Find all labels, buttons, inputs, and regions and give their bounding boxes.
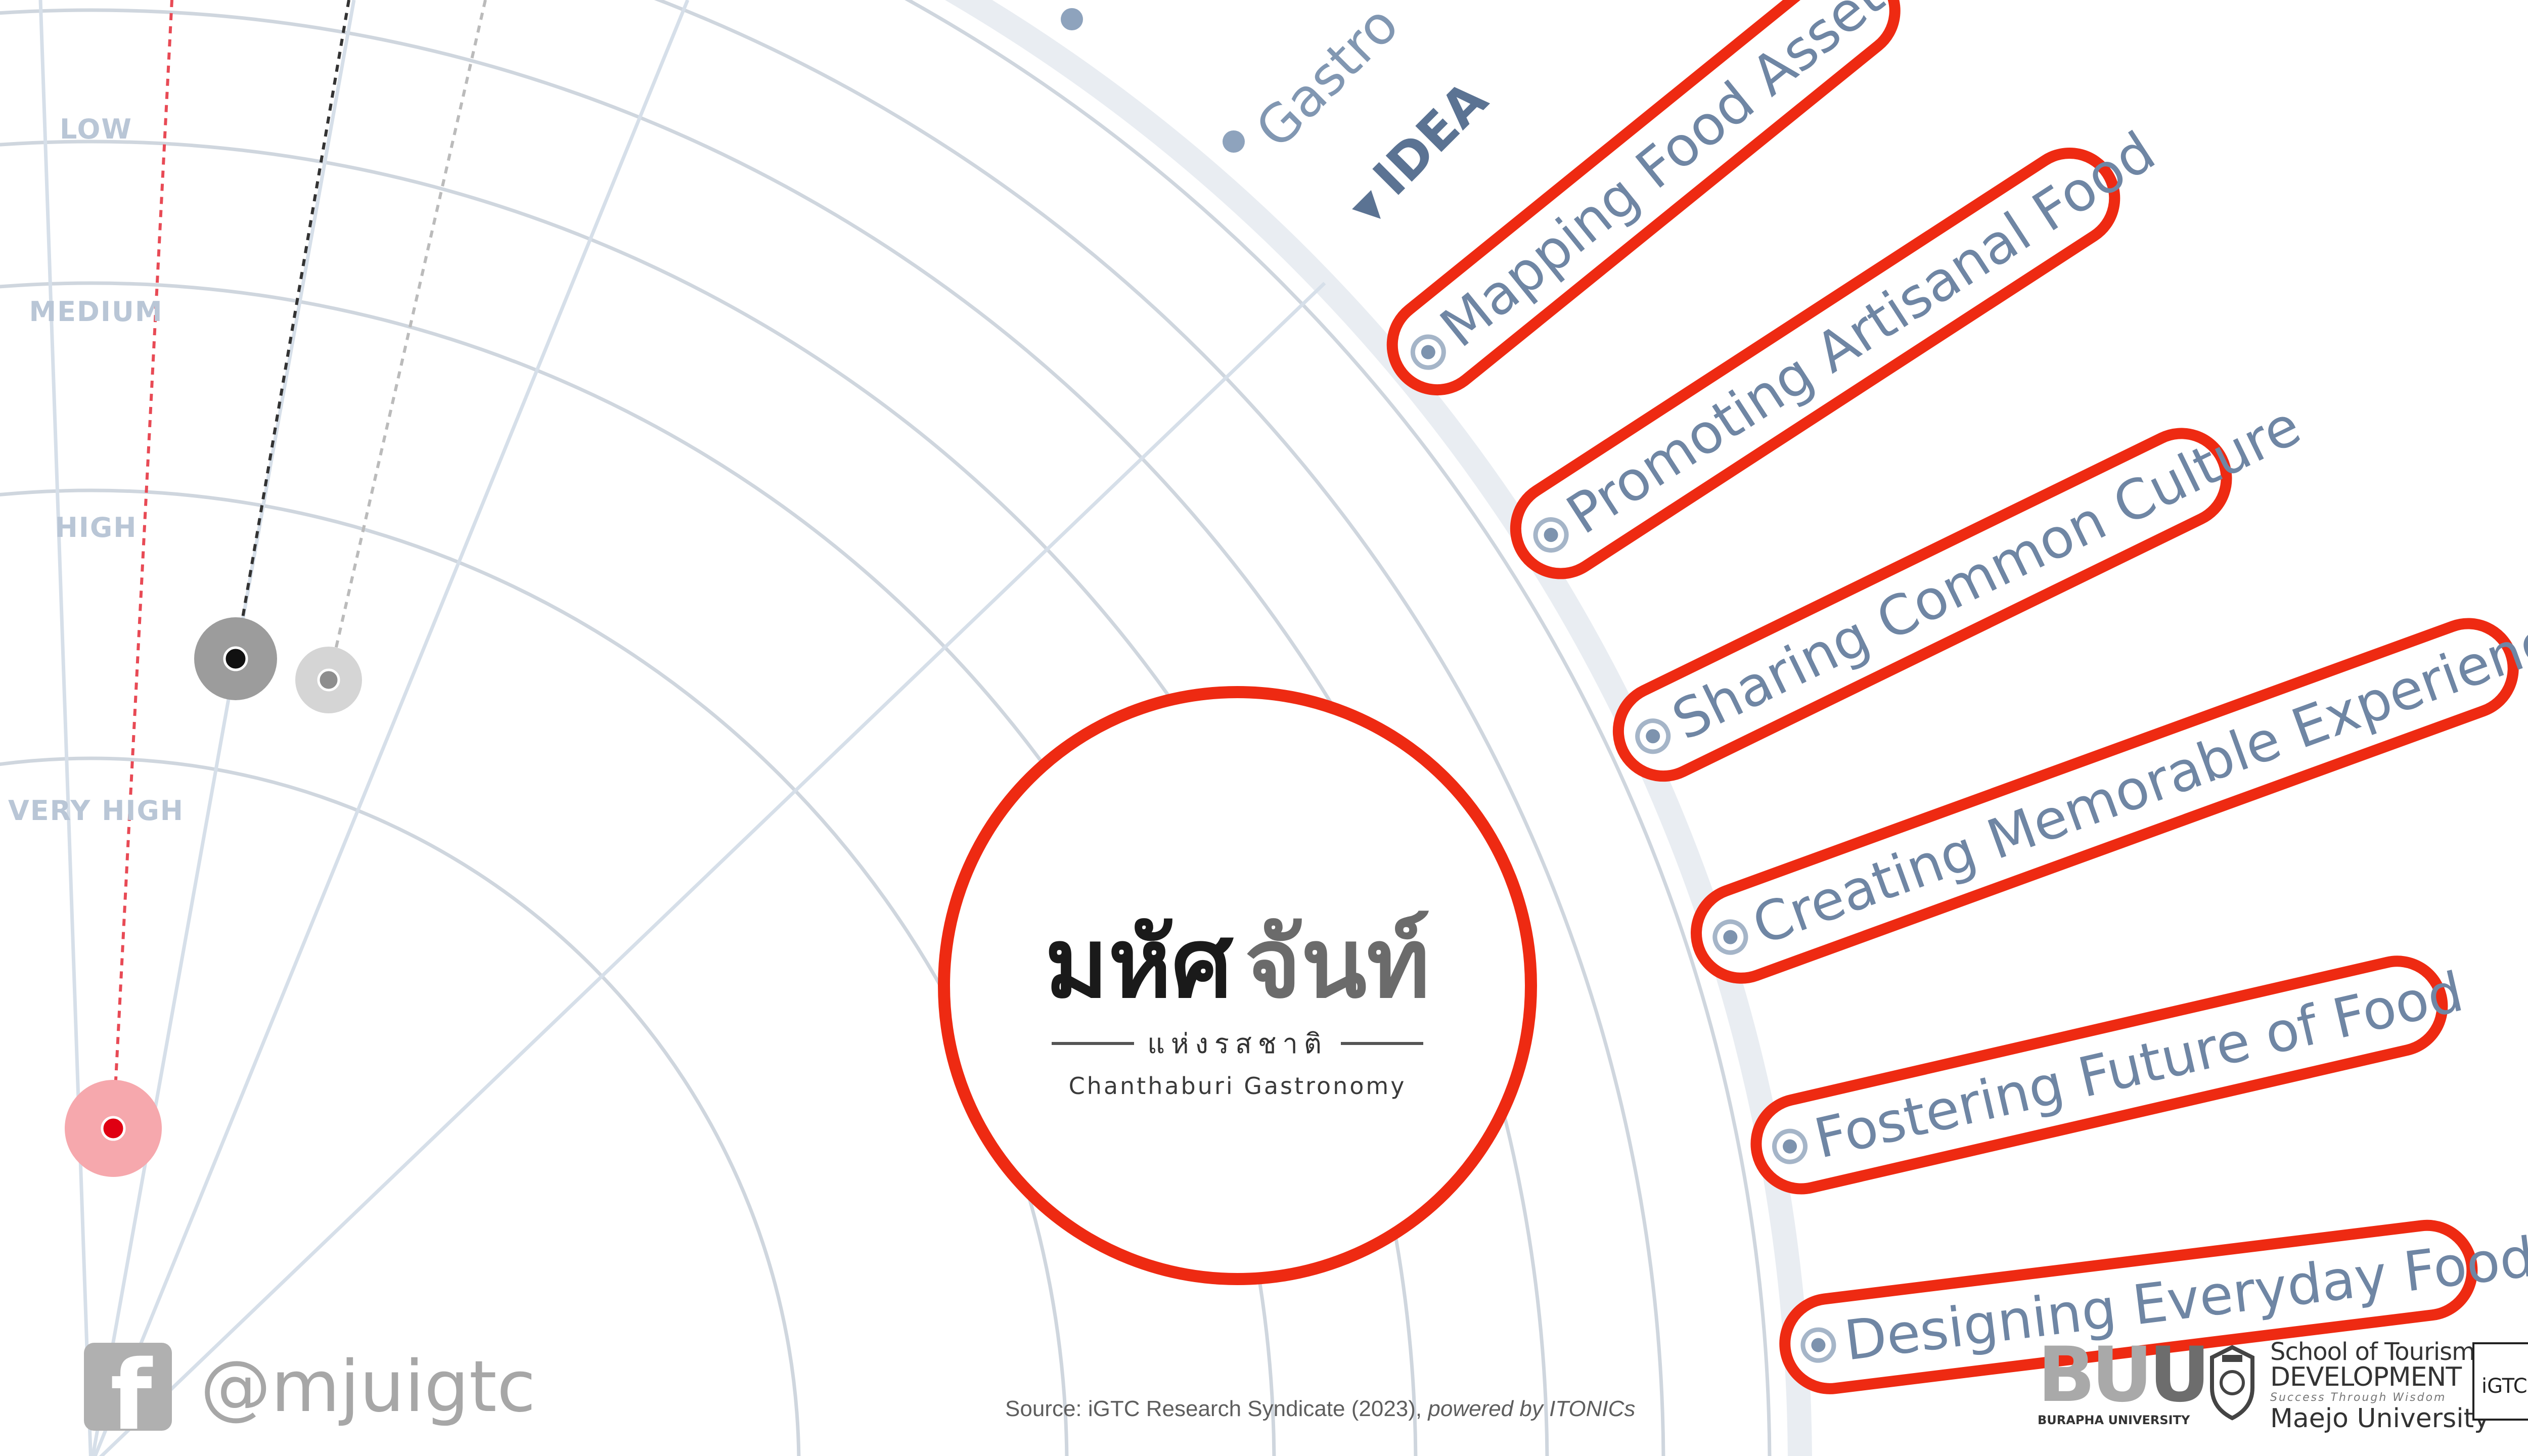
marker-dot[interactable] [223,646,248,671]
level-label-very-high: VERY HIGH [8,795,184,827]
radar-spoke [93,0,690,1456]
divider [1052,1042,1135,1045]
igtc-logo: iGTC [2472,1342,2528,1421]
logo-title-gray: จันท์ [1244,907,1430,1019]
radar-ring [0,488,1069,1456]
buu-caption: BURAPHA UNIVERSITY [2038,1413,2190,1427]
school-of-tourism-logo: School of Tourism DEVELOPMENT Success Th… [2270,1338,2490,1434]
category-dot[interactable] [1223,130,1245,153]
school-line1: School of Tourism [2270,1338,2475,1366]
logo-title-dark: มหัศ [1045,907,1233,1019]
center-logo[interactable]: มหัศ จันท์ แห่งรสชาติ Chanthaburi Gastron… [938,686,1537,1285]
buu-logo: BUU BURAPHA UNIVERSITY [2038,1331,2210,1427]
school-tagline: Success Through Wisdom [2270,1391,2447,1404]
logo-subtitle-en: Chanthaburi Gastronomy [1068,1072,1407,1100]
source-suffix: powered by ITONICs [1428,1396,1636,1421]
social-handle: @mjuigtc [200,1345,536,1428]
category-dot[interactable] [1061,8,1083,30]
target-icon [1526,510,1575,560]
marker-line [112,0,173,1129]
igtc-text: iGTC [2481,1375,2527,1398]
radar-spoke [91,0,356,1456]
divider [1340,1042,1423,1045]
source-note: Source: iGTC Research Syndicate (2023), … [1005,1396,1635,1422]
target-icon [1707,914,1753,960]
target-icon [1403,327,1454,377]
buu-letters: BUU [2038,1331,2210,1419]
logo-subtitle-thai: แห่งรสชาติ [1039,1022,1436,1065]
logo-title: มหัศ จันท์ [950,916,1525,1012]
target-icon [1769,1125,1812,1168]
marker-line [327,0,487,680]
level-label-low: LOW [60,113,132,145]
radar-spoke [38,0,93,1456]
level-label-high: HIGH [55,512,138,543]
marker-dot[interactable] [317,668,340,692]
radar-ring [654,0,1665,1456]
target-icon [1629,712,1677,760]
facebook-icon[interactable]: f [84,1343,172,1431]
target-icon [1798,1325,1838,1365]
logo-subtitle-thai-text: แห่งรสชาติ [1147,1028,1328,1060]
school-university: Maejo University [2270,1403,2490,1434]
marker-line [234,0,350,659]
school-line2: DEVELOPMENT [2270,1362,2462,1392]
level-label-medium: MEDIUM [29,296,163,328]
radar-ring [904,0,1772,1456]
source-prefix: Source: iGTC Research Syndicate (2023), [1005,1396,1428,1421]
maejo-crest-icon [2210,1345,2254,1421]
social-link[interactable]: f @mjuigtc [84,1343,536,1431]
marker-dot[interactable] [101,1116,126,1141]
